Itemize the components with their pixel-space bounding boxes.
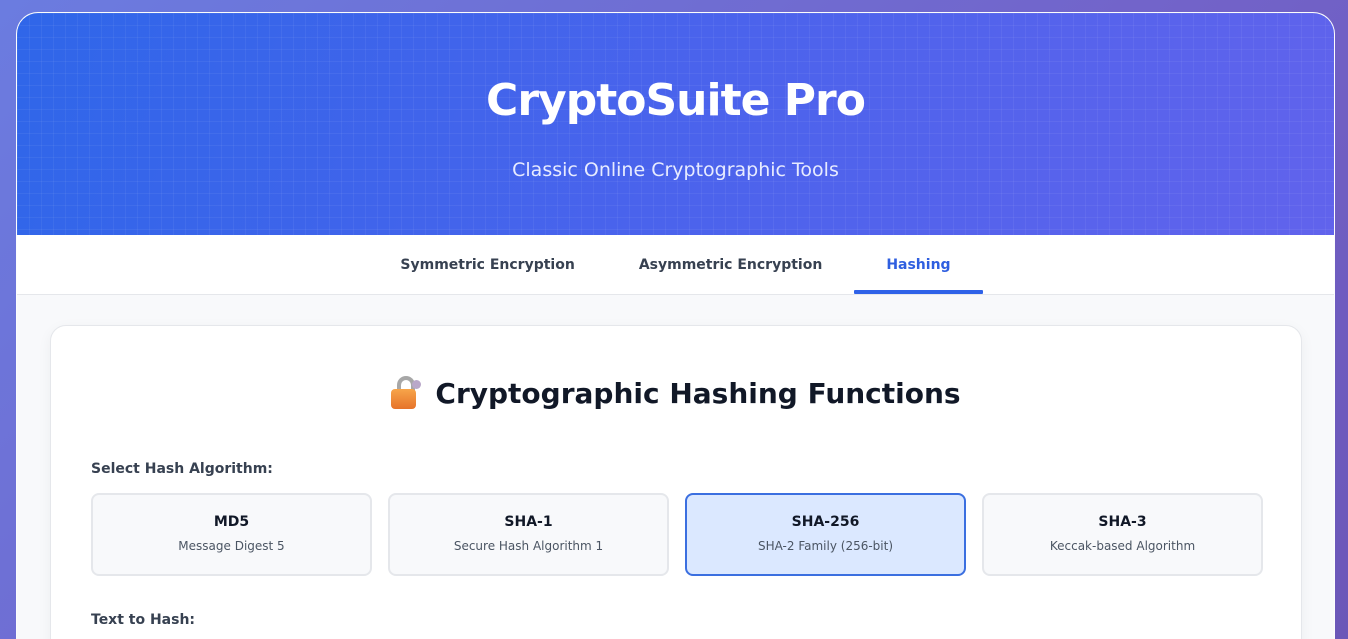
algorithm-option-sha3[interactable]: SHA-3 Keccak-based Algorithm — [982, 493, 1263, 576]
section-title: Cryptographic Hashing Functions — [51, 376, 1301, 410]
algorithm-description: Keccak-based Algorithm — [1049, 539, 1196, 553]
algorithm-option-sha256[interactable]: SHA-256 SHA-2 Family (256-bit) — [685, 493, 966, 576]
tab-symmetric-encryption[interactable]: Symmetric Encryption — [368, 235, 606, 294]
app-title: CryptoSuite Pro — [486, 75, 866, 126]
algorithm-description: SHA-2 Family (256-bit) — [757, 539, 894, 553]
select-algorithm-label: Select Hash Algorithm: — [91, 461, 273, 477]
app-subtitle: Classic Online Cryptographic Tools — [512, 159, 839, 181]
algorithm-name: SHA-256 — [791, 514, 860, 530]
app-window: CryptoSuite Pro Classic Online Cryptogra… — [16, 12, 1335, 639]
text-to-hash-label: Text to Hash: — [91, 612, 196, 628]
algorithm-description: Secure Hash Algorithm 1 — [453, 539, 604, 553]
tab-bar: Symmetric Encryption Asymmetric Encrypti… — [17, 235, 1334, 295]
tab-hashing[interactable]: Hashing — [854, 235, 983, 294]
algorithm-options: MD5 Message Digest 5 SHA-1 Secure Hash A… — [91, 493, 1263, 576]
section-title-text: Cryptographic Hashing Functions — [435, 376, 961, 410]
algorithm-name: SHA-1 — [504, 514, 553, 530]
lock-with-key-icon — [391, 376, 422, 410]
algorithm-option-sha1[interactable]: SHA-1 Secure Hash Algorithm 1 — [388, 493, 669, 576]
tab-asymmetric-encryption[interactable]: Asymmetric Encryption — [607, 235, 855, 294]
algorithm-name: SHA-3 — [1098, 514, 1147, 530]
algorithm-name: MD5 — [213, 514, 250, 530]
hero-header: CryptoSuite Pro Classic Online Cryptogra… — [17, 13, 1334, 235]
algorithm-description: Message Digest 5 — [178, 539, 285, 553]
algorithm-option-md5[interactable]: MD5 Message Digest 5 — [91, 493, 372, 576]
hashing-panel: Cryptographic Hashing Functions Select H… — [50, 325, 1302, 639]
